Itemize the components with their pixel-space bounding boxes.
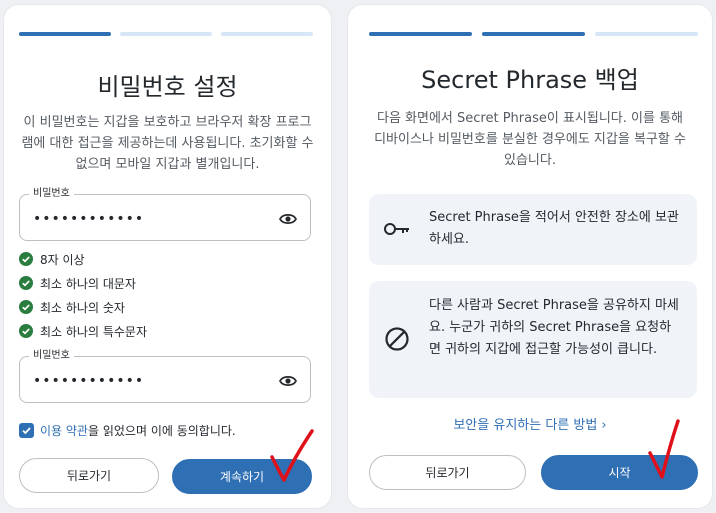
tip-card: Secret Phrase을 적어서 안전한 장소에 보관하세요. bbox=[369, 194, 697, 265]
terms-agreement: 이용 약관 을 읽었으며 이에 동의합니다. bbox=[19, 422, 236, 439]
progress-steps bbox=[19, 32, 313, 36]
progress-step-2 bbox=[482, 32, 585, 36]
check-circle-icon bbox=[19, 252, 33, 266]
requirement-item: 8자 이상 bbox=[19, 247, 147, 271]
requirement-item: 최소 하나의 특수문자 bbox=[19, 319, 147, 343]
page-title: Secret Phrase 백업 bbox=[421, 66, 639, 94]
confirm-password-field[interactable]: 비밀번호 •••••••••••• bbox=[19, 350, 311, 403]
page-title: 비밀번호 설정 bbox=[97, 73, 238, 101]
check-circle-icon bbox=[19, 300, 33, 314]
password-requirements: 8자 이상 최소 하나의 대문자 최소 하나의 숫자 최소 하나의 특수문자 bbox=[19, 247, 147, 343]
key-icon bbox=[383, 215, 411, 243]
check-circle-icon bbox=[19, 276, 33, 290]
requirement-text: 최소 하나의 대문자 bbox=[40, 276, 136, 291]
security-tips-link[interactable]: 보안을 유지하는 다른 방법 › bbox=[348, 414, 712, 433]
warning-text: 다른 사람과 Secret Phrase을 공유하지 마세요. 누군가 귀하의 … bbox=[429, 298, 679, 357]
password-setup-panel: 비밀번호 설정 이 비밀번호는 지갑을 보호하고 브라우저 확장 프로그램에 대… bbox=[3, 4, 332, 509]
requirement-item: 최소 하나의 대문자 bbox=[19, 271, 147, 295]
warning-card: 다른 사람과 Secret Phrase을 공유하지 마세요. 누군가 귀하의 … bbox=[369, 281, 697, 398]
tip-text: Secret Phrase을 적어서 안전한 장소에 보관하세요. bbox=[429, 210, 679, 247]
terms-text: 을 읽었으며 이에 동의합니다. bbox=[87, 424, 236, 438]
prohibited-icon bbox=[383, 325, 411, 353]
terms-checkbox[interactable] bbox=[19, 423, 34, 438]
description: 다음 화면에서 Secret Phrase이 표시됩니다. 이를 통해 디바이스… bbox=[374, 111, 686, 168]
requirement-text: 최소 하나의 특수문자 bbox=[40, 324, 147, 339]
confirm-password-field-label: 비밀번호 bbox=[29, 350, 74, 362]
progress-steps bbox=[369, 32, 698, 36]
progress-step-3 bbox=[595, 32, 698, 36]
eye-icon[interactable] bbox=[277, 370, 299, 392]
progress-step-1 bbox=[369, 32, 472, 36]
back-button[interactable]: 뒤로가기 bbox=[369, 455, 526, 490]
progress-step-1 bbox=[19, 32, 111, 36]
confirm-password-value[interactable]: •••••••••••• bbox=[33, 374, 144, 388]
check-circle-icon bbox=[19, 324, 33, 338]
password-value[interactable]: •••••••••••• bbox=[33, 212, 144, 226]
checkmark-icon bbox=[22, 427, 31, 435]
start-button[interactable]: 시작 bbox=[541, 455, 698, 490]
requirement-text: 8자 이상 bbox=[40, 252, 85, 267]
secret-phrase-backup-panel: Secret Phrase 백업 다음 화면에서 Secret Phrase이 … bbox=[347, 4, 713, 509]
back-button[interactable]: 뒤로가기 bbox=[19, 458, 159, 493]
description: 이 비밀번호는 지갑을 보호하고 브라우저 확장 프로그램에 대한 접근을 제공… bbox=[21, 115, 314, 172]
continue-button[interactable]: 계속하기 bbox=[172, 459, 312, 494]
progress-step-2 bbox=[120, 32, 212, 36]
terms-link[interactable]: 이용 약관 bbox=[40, 422, 88, 439]
requirement-text: 최소 하나의 숫자 bbox=[40, 300, 125, 315]
password-field[interactable]: 비밀번호 •••••••••••• bbox=[19, 188, 311, 241]
eye-icon[interactable] bbox=[277, 208, 299, 230]
password-field-label: 비밀번호 bbox=[29, 188, 74, 200]
progress-step-3 bbox=[221, 32, 313, 36]
requirement-item: 최소 하나의 숫자 bbox=[19, 295, 147, 319]
